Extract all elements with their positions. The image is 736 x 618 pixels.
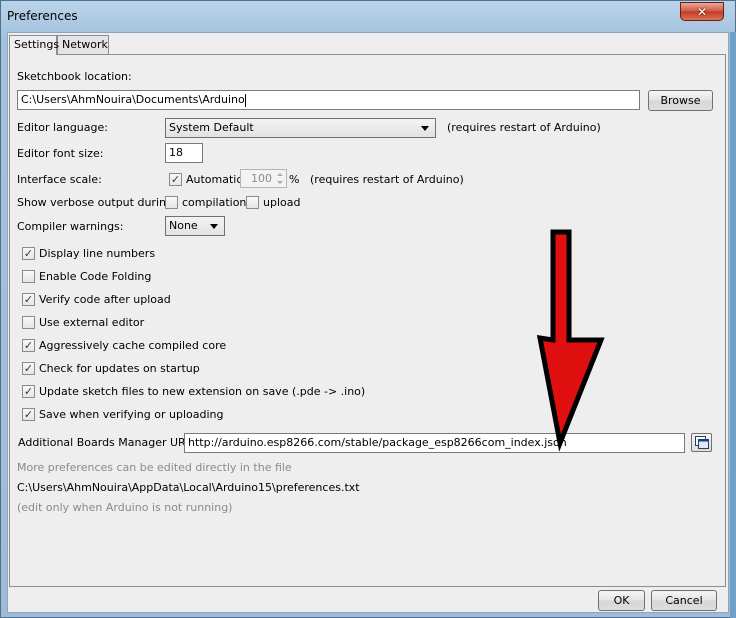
prefs-path: C:\Users\AhmNouira\AppData\Local\Arduino…	[17, 481, 360, 494]
browse-label: Browse	[660, 94, 701, 107]
checkbox-cache-core-label: Aggressively cache compiled core	[39, 339, 227, 352]
title-bar[interactable]: Preferences ✕	[1, 1, 735, 31]
window-list-icon	[695, 436, 709, 449]
close-icon: ✕	[696, 4, 708, 19]
checkbox-verify-upload[interactable]: ✓	[22, 293, 35, 306]
checkbox-save-verifying-label: Save when verifying or uploading	[39, 408, 224, 421]
scale-spinner[interactable]: 100	[240, 169, 287, 188]
editor-language-select[interactable]: System Default	[165, 118, 436, 138]
checkbox-external-editor[interactable]	[22, 316, 35, 329]
checkbox-line-numbers-label: Display line numbers	[39, 247, 156, 260]
checkbox-update-extension[interactable]: ✓	[22, 385, 35, 398]
checkbox-save-verifying[interactable]: ✓	[22, 408, 35, 421]
ok-label: OK	[613, 594, 630, 607]
dialog-client: Settings Network Sketchbook location: C:…	[7, 32, 729, 613]
checkbox-check-updates[interactable]: ✓	[22, 362, 35, 375]
compilation-checkbox[interactable]	[165, 196, 178, 209]
sketchbook-value: C:\Users\AhmNouira\Documents\Arduino	[21, 93, 245, 106]
checkbox-line-numbers[interactable]: ✓	[22, 247, 35, 260]
checkbox-code-folding[interactable]	[22, 270, 35, 283]
warnings-select[interactable]: None	[165, 216, 225, 236]
boards-url-value: http://arduino.esp8266.com/stable/packag…	[188, 436, 567, 449]
checkbox-external-editor-label: Use external editor	[39, 316, 145, 329]
font-size-label: Editor font size:	[17, 147, 104, 160]
boards-url-edit-button[interactable]	[691, 433, 712, 452]
tab-settings[interactable]: Settings	[9, 35, 60, 55]
chevron-down-icon	[210, 224, 218, 229]
verbose-label: Show verbose output during:	[17, 196, 177, 209]
editor-language-label: Editor language:	[17, 121, 108, 134]
automatic-checkbox[interactable]: ✓	[169, 173, 182, 186]
tab-settings-label: Settings	[14, 38, 60, 51]
checkbox-verify-upload-label: Verify code after upload	[39, 293, 171, 306]
chevron-down-icon	[421, 126, 429, 131]
settings-panel: Sketchbook location: C:\Users\AhmNouira\…	[9, 54, 726, 587]
sketchbook-input[interactable]: C:\Users\AhmNouira\Documents\Arduino	[17, 90, 640, 110]
tab-network[interactable]: Network	[57, 35, 109, 54]
text-cursor	[244, 93, 246, 107]
edit-note: (edit only when Arduino is not running)	[17, 501, 233, 514]
warnings-value: None	[169, 219, 198, 232]
spinner-up-icon[interactable]	[275, 171, 285, 178]
checkbox-cache-core[interactable]: ✓	[22, 339, 35, 352]
ok-button[interactable]: OK	[598, 590, 645, 611]
warnings-label: Compiler warnings:	[17, 220, 124, 233]
upload-checkbox[interactable]	[246, 196, 259, 209]
preferences-window: Preferences ✕ Settings Network Sketchboo…	[0, 0, 736, 618]
font-size-input[interactable]: 18	[165, 143, 203, 163]
scale-note: (requires restart of Arduino)	[310, 173, 464, 186]
sketchbook-label: Sketchbook location:	[17, 70, 132, 83]
boards-url-label: Additional Boards Manager URLs:	[18, 436, 202, 449]
checkbox-code-folding-label: Enable Code Folding	[39, 270, 152, 283]
window-frame-edge	[730, 32, 736, 618]
cancel-button[interactable]: Cancel	[651, 590, 717, 611]
editor-language-note: (requires restart of Arduino)	[447, 121, 601, 134]
more-prefs-text: More preferences can be edited directly …	[17, 461, 292, 474]
upload-label: upload	[263, 196, 301, 209]
boards-url-input[interactable]: http://arduino.esp8266.com/stable/packag…	[184, 433, 685, 453]
scale-unit: %	[289, 173, 300, 186]
checkbox-check-updates-label: Check for updates on startup	[39, 362, 200, 375]
font-size-value: 18	[169, 146, 183, 159]
compilation-label: compilation	[182, 196, 247, 209]
window-title: Preferences	[7, 9, 78, 23]
scale-value: 100	[251, 172, 272, 185]
interface-scale-label: Interface scale:	[17, 173, 102, 186]
tab-network-label: Network	[62, 38, 108, 51]
automatic-label: Automatic	[186, 173, 243, 186]
browse-button[interactable]: Browse	[648, 90, 713, 111]
cancel-label: Cancel	[665, 594, 703, 607]
checkbox-update-extension-label: Update sketch files to new extension on …	[39, 385, 366, 398]
spinner-down-icon[interactable]	[275, 179, 285, 186]
editor-language-value: System Default	[169, 121, 254, 134]
close-button[interactable]: ✕	[680, 2, 724, 21]
